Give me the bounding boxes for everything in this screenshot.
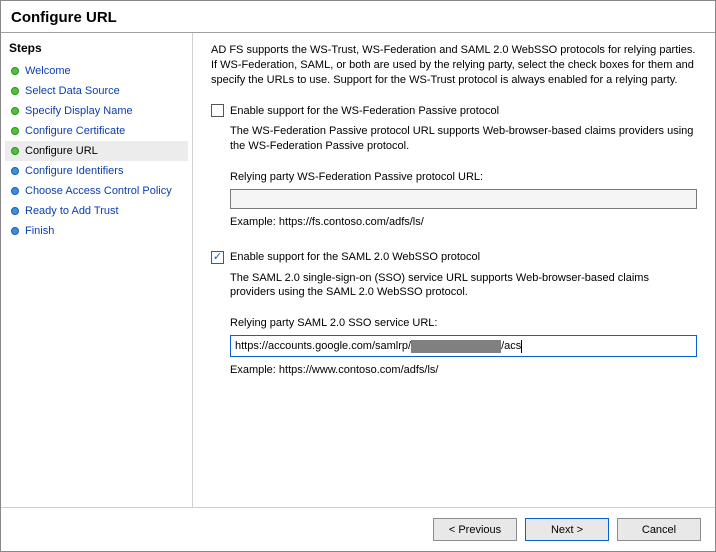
step-label: Configure Certificate <box>25 124 125 138</box>
wsfed-desc: The WS-Federation Passive protocol URL s… <box>230 124 697 154</box>
wsfed-section: Enable support for the WS-Federation Pas… <box>211 104 697 230</box>
wizard-footer: < Previous Next > Cancel <box>1 507 715 551</box>
wsfed-checkbox-row[interactable]: Enable support for the WS-Federation Pas… <box>211 104 697 119</box>
step-welcome[interactable]: Welcome <box>5 61 188 81</box>
saml-example: Example: https://www.contoso.com/adfs/ls… <box>230 363 697 378</box>
main-panel: AD FS supports the WS-Trust, WS-Federati… <box>193 33 715 507</box>
bullet-todo-icon <box>11 187 19 195</box>
saml-url-input[interactable]: https://accounts.google.com/samlrp/ /acs <box>230 335 697 357</box>
steps-sidebar: Steps Welcome Select Data Source Specify… <box>1 33 193 507</box>
step-finish[interactable]: Finish <box>5 221 188 241</box>
bullet-todo-icon <box>11 167 19 175</box>
bullet-done-icon <box>11 147 19 155</box>
step-label: Configure URL <box>25 144 98 158</box>
saml-section: Enable support for the SAML 2.0 WebSSO p… <box>211 250 697 378</box>
step-label: Specify Display Name <box>25 104 133 118</box>
saml-checkbox-label: Enable support for the SAML 2.0 WebSSO p… <box>230 250 480 265</box>
wsfed-indent: The WS-Federation Passive protocol URL s… <box>211 124 697 229</box>
saml-desc: The SAML 2.0 single-sign-on (SSO) servic… <box>230 271 697 301</box>
saml-checkbox[interactable] <box>211 251 224 264</box>
bullet-done-icon <box>11 67 19 75</box>
bullet-done-icon <box>11 127 19 135</box>
step-configure-url[interactable]: Configure URL <box>5 141 188 161</box>
wsfed-example: Example: https://fs.contoso.com/adfs/ls/ <box>230 215 697 230</box>
bullet-todo-icon <box>11 227 19 235</box>
step-ready-to-add-trust[interactable]: Ready to Add Trust <box>5 201 188 221</box>
intro-text: AD FS supports the WS-Trust, WS-Federati… <box>211 43 697 88</box>
page-title: Configure URL <box>1 1 715 32</box>
bullet-done-icon <box>11 87 19 95</box>
saml-field-label: Relying party SAML 2.0 SSO service URL: <box>230 316 697 331</box>
step-label: Welcome <box>25 64 71 78</box>
step-label: Select Data Source <box>25 84 120 98</box>
saml-url-suffix: /acs <box>501 339 521 354</box>
previous-button[interactable]: < Previous <box>433 518 517 541</box>
sidebar-title: Steps <box>5 39 188 61</box>
step-specify-display-name[interactable]: Specify Display Name <box>5 101 188 121</box>
wsfed-checkbox[interactable] <box>211 104 224 117</box>
step-configure-certificate[interactable]: Configure Certificate <box>5 121 188 141</box>
saml-url-redacted <box>411 340 501 353</box>
wsfed-checkbox-label: Enable support for the WS-Federation Pas… <box>230 104 499 119</box>
step-label: Ready to Add Trust <box>25 204 119 218</box>
bullet-done-icon <box>11 107 19 115</box>
step-select-data-source[interactable]: Select Data Source <box>5 81 188 101</box>
step-choose-access-control-policy[interactable]: Choose Access Control Policy <box>5 181 188 201</box>
wsfed-field-label: Relying party WS-Federation Passive prot… <box>230 170 697 185</box>
wizard-window: Configure URL Steps Welcome Select Data … <box>0 0 716 552</box>
step-label: Choose Access Control Policy <box>25 184 172 198</box>
step-label: Finish <box>25 224 54 238</box>
step-label: Configure Identifiers <box>25 164 123 178</box>
cancel-button[interactable]: Cancel <box>617 518 701 541</box>
text-caret <box>521 340 522 353</box>
saml-indent: The SAML 2.0 single-sign-on (SSO) servic… <box>211 271 697 378</box>
step-configure-identifiers[interactable]: Configure Identifiers <box>5 161 188 181</box>
wizard-body: Steps Welcome Select Data Source Specify… <box>1 33 715 507</box>
wsfed-url-input[interactable] <box>230 189 697 209</box>
saml-url-prefix: https://accounts.google.com/samlrp/ <box>235 339 411 354</box>
saml-checkbox-row[interactable]: Enable support for the SAML 2.0 WebSSO p… <box>211 250 697 265</box>
bullet-todo-icon <box>11 207 19 215</box>
next-button[interactable]: Next > <box>525 518 609 541</box>
